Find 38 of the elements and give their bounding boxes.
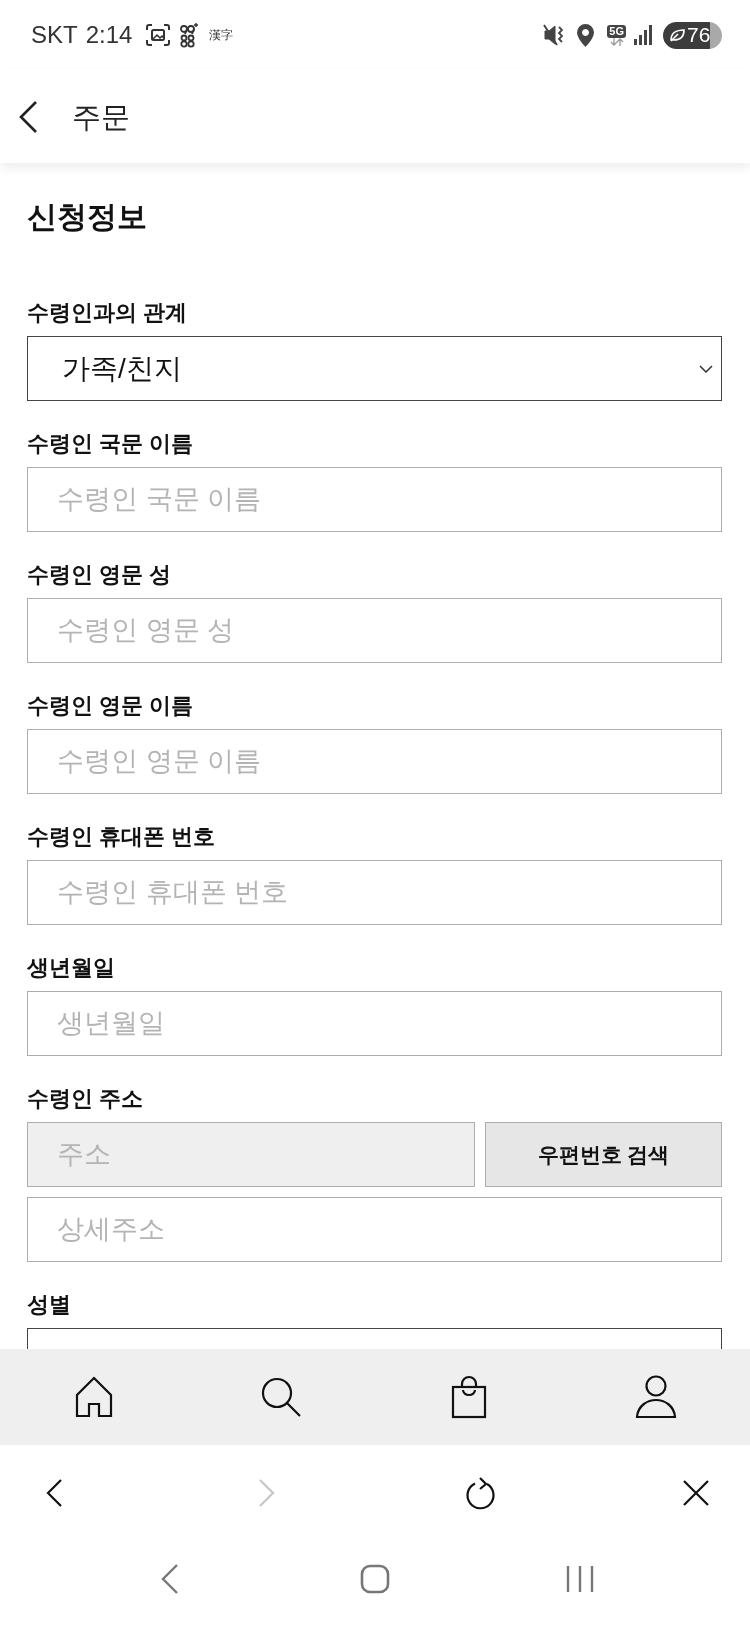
chevron-down-icon <box>699 364 713 373</box>
user-icon[interactable] <box>635 1375 678 1419</box>
reload-icon[interactable] <box>465 1475 498 1510</box>
data-arrows-icon <box>609 37 624 46</box>
input-field[interactable]: 수령인 국문 이름 <box>27 467 722 532</box>
network-type-badge: 5G <box>607 24 626 38</box>
section-title: 신청정보 <box>27 199 148 235</box>
field-label: 수령인 영문 이름 <box>27 694 195 718</box>
select-field[interactable] <box>27 1328 722 1349</box>
field-label: 수령인 주소 <box>27 1087 145 1111</box>
input-field[interactable]: 수령인 영문 이름 <box>27 729 722 794</box>
page-title: 주문 <box>72 99 130 135</box>
close-icon[interactable] <box>681 1478 710 1507</box>
input-field[interactable]: 생년월일 <box>27 991 722 1056</box>
field-label: 생년월일 <box>27 956 116 980</box>
select-field[interactable]: 가족/친지 <box>27 336 722 401</box>
leaf-icon <box>669 28 685 42</box>
field-label: 수령인 국문 이름 <box>27 432 195 456</box>
field-label: 수령인 휴대폰 번호 <box>27 825 217 849</box>
location-pin-icon <box>577 23 595 47</box>
battery-percent: 76 <box>687 23 711 47</box>
search-icon[interactable] <box>260 1376 303 1418</box>
screenshot-icon <box>146 24 171 46</box>
carrier-label: SKT <box>31 21 78 49</box>
circle-pattern-icon <box>179 22 200 48</box>
shopping-bag-icon[interactable] <box>450 1375 487 1419</box>
field-label: 성별 <box>27 1293 72 1317</box>
status-time: 2:14 <box>85 21 133 49</box>
input-field[interactable]: 수령인 영문 성 <box>27 598 722 663</box>
home-button-icon[interactable] <box>360 1563 390 1594</box>
field-label: 수령인과의 관계 <box>27 301 189 325</box>
home-icon[interactable] <box>74 1376 113 1418</box>
input-field[interactable]: 수령인 휴대폰 번호 <box>27 860 722 925</box>
postcode-search-button[interactable]: 우편번호 검색 <box>485 1122 722 1187</box>
signal-bars-icon <box>634 25 653 45</box>
field-label: 수령인 영문 성 <box>27 563 173 587</box>
input-field[interactable]: 상세주소 <box>27 1197 722 1262</box>
input-method-label: 漢字 <box>209 27 234 43</box>
